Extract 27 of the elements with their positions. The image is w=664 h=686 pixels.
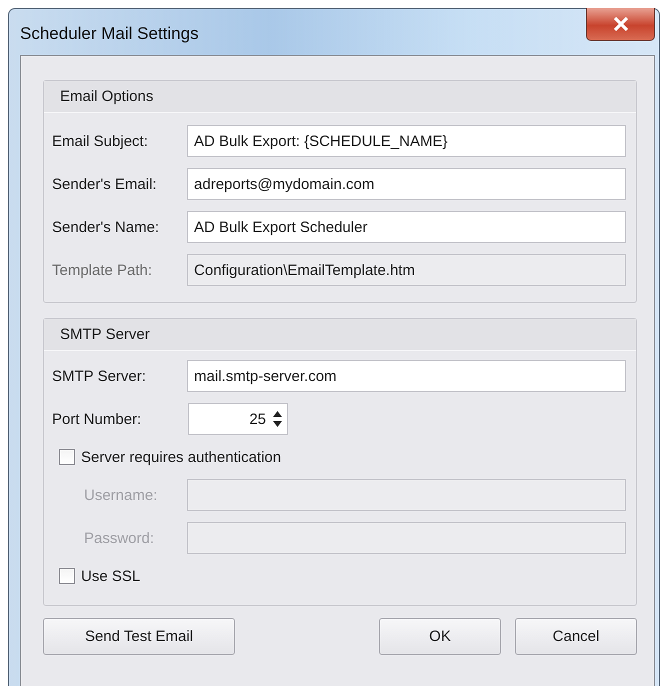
- group-title: SMTP Server: [60, 326, 150, 343]
- dialog-button[interactable]: Cancel: [515, 618, 637, 655]
- close-icon: [612, 17, 628, 31]
- checkbox[interactable]: [59, 568, 75, 584]
- field-label: Template Path:: [52, 262, 154, 278]
- field-label: Port Number:: [52, 410, 142, 428]
- spinner-value: 25: [249, 410, 266, 428]
- checkbox-label: Use SSL: [81, 568, 140, 584]
- dialog-button[interactable]: OK: [379, 618, 501, 655]
- text-field[interactable]: AD Bulk Export Scheduler: [187, 211, 626, 243]
- text-field[interactable]: mail.smtp-server.com: [187, 360, 626, 392]
- field-label: Sender's Email:: [52, 176, 158, 192]
- up-down-arrows-icon[interactable]: [272, 410, 283, 428]
- checkbox-label: Server requires authentication: [81, 448, 282, 466]
- field-label: Password:: [83, 530, 156, 546]
- window-title: Scheduler Mail Settings: [20, 24, 199, 44]
- text-field[interactable]: adreports@mydomain.com: [187, 168, 626, 200]
- port-spinner[interactable]: 25: [188, 403, 288, 435]
- checkbox[interactable]: [59, 449, 75, 465]
- field-label: Email Subject:: [52, 132, 149, 150]
- group-title: Email Options: [60, 88, 154, 105]
- text-field[interactable]: AD Bulk Export: {SCHEDULE_NAME}: [187, 125, 626, 157]
- field-label: SMTP Server:: [52, 368, 147, 384]
- field-label: Sender's Name:: [52, 218, 160, 236]
- dialog-button[interactable]: Send Test Email: [43, 618, 235, 655]
- close-button[interactable]: [586, 8, 655, 41]
- field-label: Username:: [83, 486, 158, 504]
